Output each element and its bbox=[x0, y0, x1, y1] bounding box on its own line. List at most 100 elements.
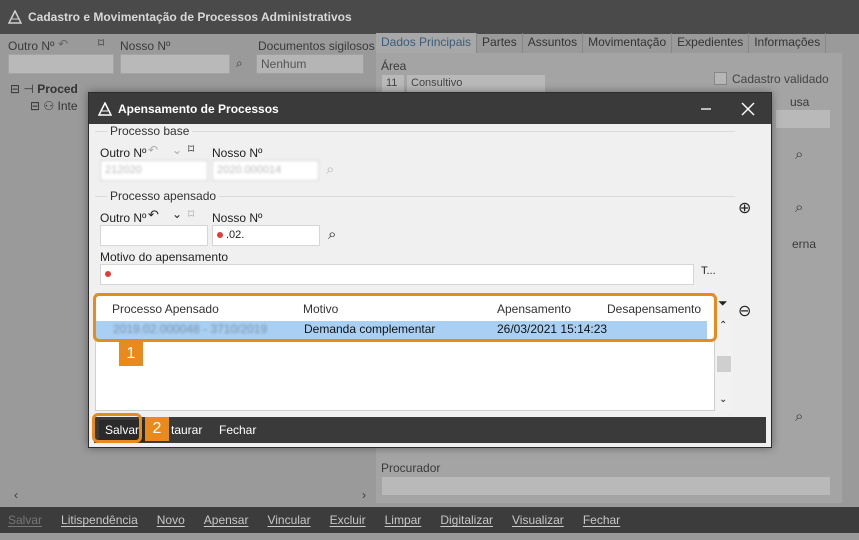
tab-movimentacao[interactable]: Movimentação bbox=[583, 33, 673, 53]
ap-nosso-field[interactable]: .02. bbox=[212, 225, 320, 246]
scroll-up-icon[interactable]: ⌃ bbox=[719, 320, 727, 331]
main-window-title: Cadastro e Movimentação de Processos Adm… bbox=[28, 10, 352, 24]
add-circle-icon[interactable]: ⊕ bbox=[738, 198, 751, 218]
tab-informacoes[interactable]: Informações bbox=[749, 33, 827, 53]
nosso-field[interactable] bbox=[120, 54, 230, 74]
tree-item-label: Proced bbox=[37, 82, 78, 96]
ap-outro-field[interactable] bbox=[100, 225, 208, 246]
sigilo-label: Documentos sigilosos bbox=[258, 39, 375, 53]
partial-erna-label: erna bbox=[792, 237, 817, 251]
area-label: Área bbox=[381, 59, 407, 73]
tab-assuntos[interactable]: Assuntos bbox=[523, 33, 584, 53]
restaurar-button[interactable]: taurar bbox=[171, 423, 202, 437]
toolbar-limpar[interactable]: Limpar bbox=[385, 513, 422, 527]
required-indicator bbox=[105, 271, 111, 278]
base-outro-field[interactable]: 212020 bbox=[100, 160, 208, 181]
base-nosso-value: 2020.000014 bbox=[217, 164, 282, 176]
toolbar-vincular[interactable]: Vincular bbox=[267, 513, 310, 527]
procurador-field[interactable] bbox=[381, 476, 831, 496]
main-tabs: Dados Principais Partes Assuntos Movimen… bbox=[376, 33, 859, 53]
dialog-titlebar: Apensamento de Processos bbox=[89, 93, 771, 124]
ap-nosso-value: .02. bbox=[226, 229, 245, 241]
base-nosso-label: Nosso Nº bbox=[212, 146, 263, 160]
processo-base-label: Processo base bbox=[107, 124, 193, 138]
minimize-icon bbox=[701, 107, 711, 110]
area-value: Consultivo bbox=[411, 77, 463, 89]
sigilo-value: Nenhum bbox=[261, 57, 307, 71]
grid-scrollbar[interactable]: ⌃ ⌄ bbox=[716, 320, 732, 410]
tree-item-proced[interactable]: ⊟ ⊣ Proced bbox=[10, 82, 90, 96]
area-value-field[interactable]: Consultivo bbox=[406, 74, 546, 94]
minimize-button[interactable] bbox=[689, 93, 723, 124]
search-icon[interactable]: ⌕ bbox=[326, 161, 334, 178]
main-toolbar: Salvar Litispendência Novo Apensar Vincu… bbox=[0, 507, 859, 533]
toolbar-visualizar[interactable]: Visualizar bbox=[512, 513, 564, 527]
search-icon[interactable]: ⌕ bbox=[236, 56, 243, 71]
nosso-label: Nosso Nº bbox=[120, 39, 171, 53]
remove-circle-icon[interactable]: ⊖ bbox=[738, 301, 751, 321]
search-icon[interactable]: ⌕ bbox=[328, 226, 336, 243]
process-tree: ⊟ ⊣ Proced ⊟ ⚇ Inte bbox=[10, 82, 90, 113]
base-outro-label: Outro Nº bbox=[100, 146, 147, 160]
text-editor-icon[interactable]: T... bbox=[701, 265, 716, 277]
main-titlebar: Cadastro e Movimentação de Processos Adm… bbox=[0, 0, 859, 34]
search-icon[interactable]: ⌕ bbox=[795, 146, 803, 163]
chevron-down-icon: ⌄ bbox=[172, 143, 183, 157]
close-button[interactable] bbox=[731, 93, 765, 124]
undo-icon: ↶ bbox=[58, 37, 69, 51]
step-badge-1: 1 bbox=[119, 342, 143, 366]
close-icon bbox=[741, 102, 755, 115]
base-nosso-field[interactable]: 2020.000014 bbox=[212, 160, 319, 181]
dialog-footer: Salvar taurar Fechar bbox=[94, 417, 766, 443]
note-icon: ⌑ bbox=[188, 207, 195, 221]
app-logo-icon bbox=[98, 101, 112, 116]
cadastro-validado-checkbox[interactable] bbox=[714, 72, 727, 85]
toolbar-salvar[interactable]: Salvar bbox=[8, 513, 42, 527]
base-outro-value: 212020 bbox=[105, 164, 142, 176]
scroll-down-icon[interactable]: ⌄ bbox=[719, 394, 727, 405]
scroll-thumb[interactable] bbox=[717, 356, 731, 372]
motivo-label: Motivo do apensamento bbox=[100, 250, 229, 264]
highlight-salvar bbox=[92, 413, 142, 443]
note-icon: ⌑ bbox=[98, 36, 105, 50]
highlight-grid bbox=[93, 293, 717, 342]
undo-icon: ↶ bbox=[148, 143, 159, 157]
scroll-right-icon[interactable]: › bbox=[362, 488, 366, 502]
dialog-title: Apensamento de Processos bbox=[118, 101, 279, 116]
chevron-down-icon[interactable]: ⌄ bbox=[172, 207, 182, 221]
tree-item-label: Inte bbox=[57, 99, 78, 113]
toolbar-digitalizar[interactable]: Digitalizar bbox=[440, 513, 493, 527]
search-icon[interactable]: ⌕ bbox=[795, 199, 803, 216]
toolbar-fechar[interactable]: Fechar bbox=[583, 513, 620, 527]
processo-apensado-label: Processo apensado bbox=[107, 189, 220, 203]
app-logo-icon bbox=[8, 10, 22, 24]
bg-field-right-1[interactable] bbox=[775, 109, 831, 129]
motivo-field[interactable] bbox=[100, 264, 694, 285]
tab-dados-principais[interactable]: Dados Principais bbox=[376, 33, 478, 53]
cadastro-validado-label: Cadastro validado bbox=[732, 72, 829, 86]
outro-field[interactable] bbox=[8, 54, 114, 74]
toolbar-novo[interactable]: Novo bbox=[157, 513, 185, 527]
toolbar-excluir[interactable]: Excluir bbox=[330, 513, 366, 527]
note-icon: ⌑ bbox=[188, 142, 195, 156]
step-badge-2: 2 bbox=[145, 417, 169, 441]
scroll-left-icon[interactable]: ‹ bbox=[14, 488, 18, 502]
toolbar-litispendencia[interactable]: Litispendência bbox=[61, 513, 138, 527]
undo-icon[interactable]: ↶ bbox=[148, 207, 159, 223]
area-code-field[interactable]: 11 bbox=[381, 74, 405, 94]
required-indicator bbox=[217, 232, 223, 239]
search-icon[interactable]: ⌕ bbox=[795, 408, 803, 425]
sigilo-select[interactable]: Nenhum bbox=[256, 54, 364, 74]
tab-expedientes[interactable]: Expedientes bbox=[672, 33, 750, 53]
fechar-button[interactable]: Fechar bbox=[219, 423, 256, 437]
filter-icon[interactable]: ⏷ bbox=[718, 296, 728, 311]
tree-item-inte[interactable]: ⊟ ⚇ Inte bbox=[10, 99, 90, 113]
outro-label: Outro Nº bbox=[8, 39, 55, 53]
area-code-value: 11 bbox=[386, 77, 398, 89]
ap-nosso-label: Nosso Nº bbox=[212, 211, 263, 225]
toolbar-apensar[interactable]: Apensar bbox=[204, 513, 249, 527]
tab-partes[interactable]: Partes bbox=[477, 33, 523, 53]
partial-usa-label: usa bbox=[790, 95, 810, 109]
procurador-label: Procurador bbox=[381, 461, 441, 475]
apensamento-dialog: Apensamento de Processos Processo base O… bbox=[88, 92, 772, 448]
